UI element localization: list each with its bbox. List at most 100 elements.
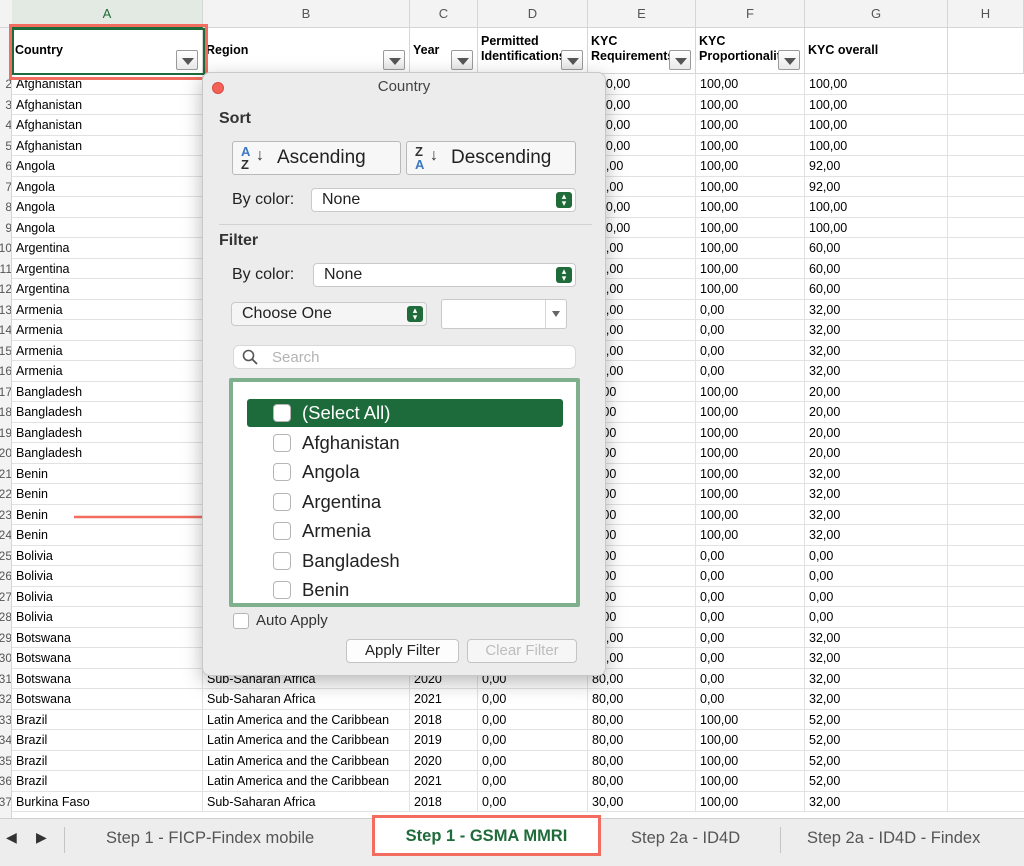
table-cell[interactable]: 80,00 [588, 730, 696, 751]
table-cell[interactable]: 0,00 [696, 627, 805, 648]
table-cell[interactable]: 92,00 [805, 176, 948, 197]
column-header-f[interactable]: F [696, 0, 805, 28]
checkbox[interactable] [273, 463, 291, 481]
table-cell[interactable]: 2018 [410, 791, 478, 812]
table-cell[interactable]: 80,00 [588, 750, 696, 771]
table-cell[interactable]: 100,00 [696, 791, 805, 812]
column-header-g[interactable]: G [805, 0, 948, 28]
table-cell[interactable]: 0,00 [696, 566, 805, 587]
row-number[interactable]: 12 [0, 279, 11, 300]
table-cell[interactable]: 0,00 [696, 689, 805, 710]
table-cell[interactable]: 30,00 [588, 791, 696, 812]
tab-scroll-left-icon[interactable]: ◀ [6, 829, 17, 846]
auto-apply-checkbox[interactable] [233, 613, 249, 629]
table-cell[interactable]: 2019 [410, 730, 478, 751]
column-header-h[interactable]: H [948, 0, 1024, 28]
table-cell[interactable]: 100,00 [805, 135, 948, 156]
list-item[interactable]: Bangladesh [247, 547, 563, 575]
table-cell[interactable]: Afghanistan [12, 135, 203, 156]
table-cell[interactable]: 32,00 [805, 791, 948, 812]
table-cell[interactable]: 32,00 [805, 484, 948, 505]
row-number[interactable]: 29 [0, 628, 11, 649]
row-number[interactable]: 31 [0, 669, 11, 690]
table-cell[interactable]: 100,00 [696, 197, 805, 218]
checkbox[interactable] [273, 433, 291, 452]
table-cell[interactable]: Argentina [12, 258, 203, 279]
table-cell[interactable]: 2021 [410, 771, 478, 792]
table-cell[interactable]: Angola [12, 197, 203, 218]
table-cell[interactable]: Benin [12, 484, 203, 505]
row-number[interactable]: 4 [0, 115, 11, 136]
table-cell[interactable]: Bolivia [12, 566, 203, 587]
header-cell-year[interactable]: Year [410, 28, 478, 74]
table-cell[interactable]: Brazil [12, 771, 203, 792]
table-cell[interactable]: 20,00 [805, 443, 948, 464]
chevron-down-icon[interactable] [552, 311, 560, 317]
row-number[interactable]: 37 [0, 792, 11, 813]
table-cell[interactable]: 100,00 [696, 484, 805, 505]
list-item[interactable]: Afghanistan [247, 429, 563, 457]
row-number[interactable]: 19 [0, 423, 11, 444]
table-cell[interactable]: 0,00 [478, 750, 588, 771]
table-cell[interactable]: 32,00 [805, 361, 948, 382]
table-cell[interactable]: Sub-Saharan Africa [203, 689, 410, 710]
filter-by-color-select[interactable]: None ▴ ▾ [313, 263, 576, 287]
table-cell[interactable]: 0,00 [805, 545, 948, 566]
table-cell[interactable]: 0,00 [478, 709, 588, 730]
table-cell[interactable]: 100,00 [696, 525, 805, 546]
row-number[interactable]: 32 [0, 689, 11, 710]
table-cell[interactable]: 32,00 [805, 648, 948, 669]
table-cell[interactable]: 0,00 [696, 607, 805, 628]
table-cell[interactable]: 2020 [410, 750, 478, 771]
row-number[interactable]: 20 [0, 443, 11, 464]
table-cell[interactable]: 100,00 [696, 750, 805, 771]
select-all-item[interactable]: (Select All) [247, 399, 563, 427]
row-number[interactable]: 14 [0, 320, 11, 341]
table-cell[interactable]: 100,00 [696, 156, 805, 177]
table-cell[interactable]: 52,00 [805, 730, 948, 751]
row-number[interactable]: 7 [0, 177, 11, 198]
header-cell-region[interactable]: Region [203, 28, 410, 74]
table-cell[interactable]: 92,00 [805, 156, 948, 177]
row-number[interactable]: 23 [0, 505, 11, 526]
column-header-b[interactable]: B [203, 0, 410, 28]
table-cell[interactable]: Sub-Saharan Africa [203, 791, 410, 812]
table-cell[interactable]: 52,00 [805, 771, 948, 792]
table-cell[interactable]: Brazil [12, 730, 203, 751]
table-cell[interactable]: 80,00 [588, 709, 696, 730]
table-cell[interactable]: Armenia [12, 340, 203, 361]
row-number[interactable]: 16 [0, 361, 11, 382]
row-number[interactable]: 15 [0, 341, 11, 362]
row-number[interactable]: 33 [0, 710, 11, 731]
table-cell[interactable]: 60,00 [805, 258, 948, 279]
checkbox[interactable] [273, 551, 291, 570]
table-cell[interactable]: 100,00 [805, 197, 948, 218]
table-cell[interactable]: 100,00 [696, 258, 805, 279]
header-cell-kyc-overall[interactable]: KYC overall [805, 28, 948, 74]
list-item[interactable]: Benin [247, 576, 563, 603]
column-header-d[interactable]: D [478, 0, 588, 28]
table-cell[interactable]: 0,00 [696, 586, 805, 607]
table-cell[interactable]: 100,00 [805, 94, 948, 115]
table-cell[interactable]: Bolivia [12, 586, 203, 607]
table-cell[interactable]: Latin America and the Caribbean [203, 750, 410, 771]
table-cell[interactable]: 100,00 [696, 176, 805, 197]
table-cell[interactable]: Bangladesh [12, 402, 203, 423]
table-cell[interactable]: 100,00 [805, 217, 948, 238]
table-cell[interactable]: Armenia [12, 299, 203, 320]
table-cell[interactable]: Benin [12, 525, 203, 546]
table-cell[interactable]: 2018 [410, 709, 478, 730]
table-cell[interactable]: Armenia [12, 320, 203, 341]
row-number[interactable]: 10 [0, 238, 11, 259]
table-cell[interactable]: 100,00 [696, 94, 805, 115]
table-cell[interactable]: Bolivia [12, 607, 203, 628]
table-cell[interactable]: 0,00 [478, 791, 588, 812]
row-number[interactable]: 26 [0, 566, 11, 587]
tab-step1-gsma-mmri[interactable]: Step 1 - GSMA MMRI [372, 815, 601, 856]
table-cell[interactable]: 100,00 [696, 463, 805, 484]
tab-scroll-right-icon[interactable]: ▶ [36, 829, 47, 846]
header-cell-kyc-requirements[interactable]: KYC Requirements [588, 28, 696, 74]
row-number[interactable]: 18 [0, 402, 11, 423]
table-cell[interactable]: 32,00 [805, 627, 948, 648]
table-cell[interactable]: Botswana [12, 689, 203, 710]
